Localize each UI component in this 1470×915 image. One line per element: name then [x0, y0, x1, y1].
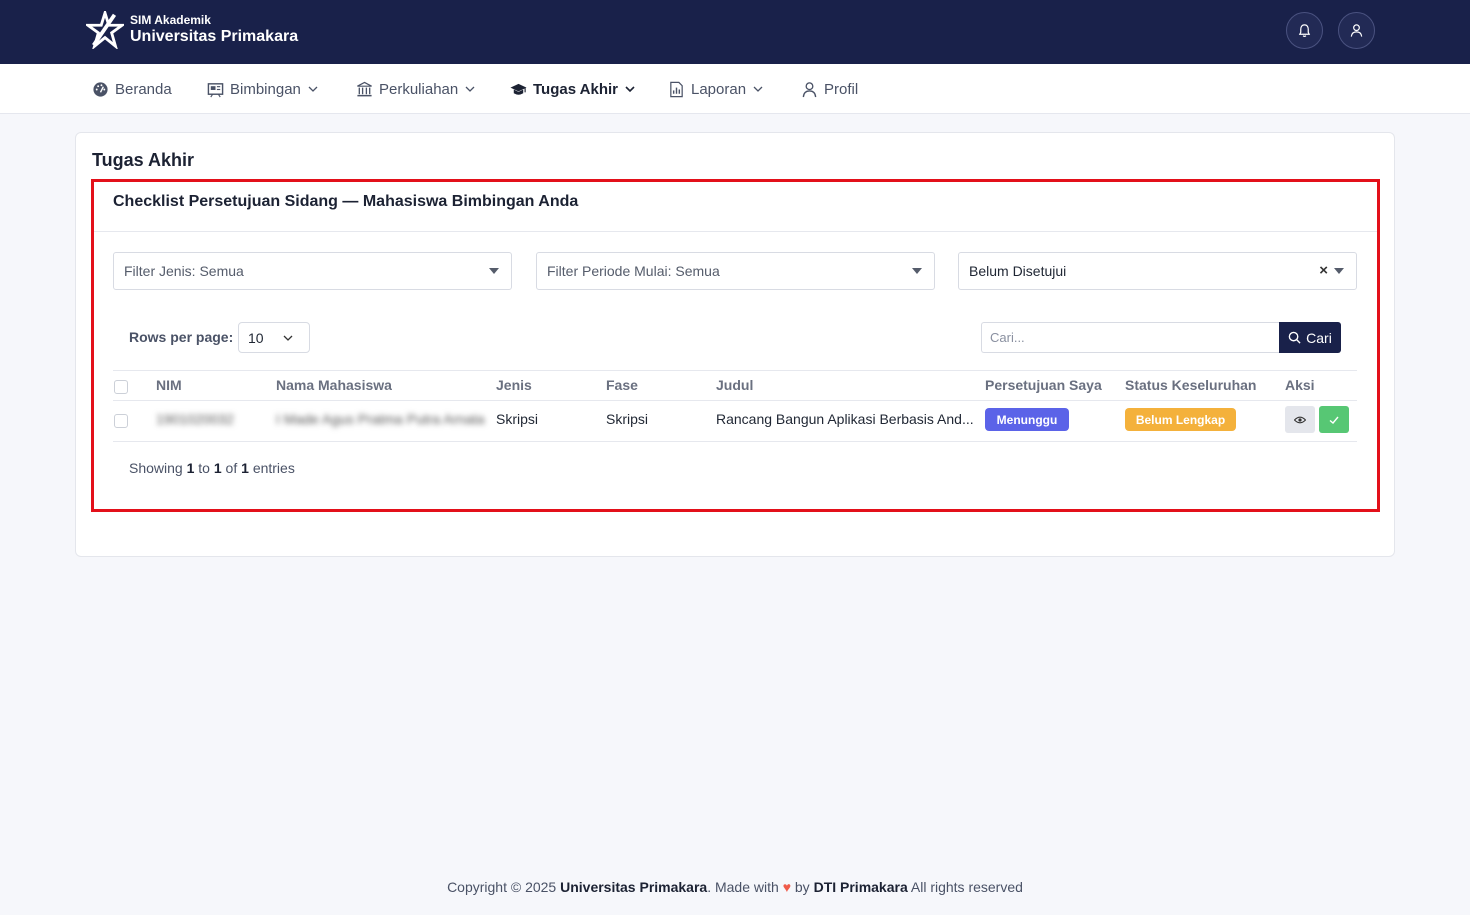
- filter-jenis-value: Filter Jenis: Semua: [124, 263, 244, 279]
- footer-org-link[interactable]: Universitas Primakara: [560, 879, 707, 895]
- cell-jenis: Skripsi: [496, 411, 539, 427]
- chevron-down-icon: [625, 86, 635, 93]
- presentation-icon: [207, 82, 224, 97]
- column-header-persetujuan[interactable]: Persetujuan Saya: [985, 377, 1102, 393]
- column-header-nim[interactable]: NIM: [156, 377, 182, 393]
- heart-icon: ♥: [782, 879, 791, 895]
- institution-icon: [357, 81, 372, 96]
- status-badge-menunggu: Menunggu: [985, 408, 1069, 431]
- brand-title: Universitas Primakara: [130, 28, 299, 45]
- caret-down-icon: [489, 268, 499, 274]
- menu-item-laporan[interactable]: Laporan: [668, 64, 763, 114]
- main-menu: Beranda Bimbingan Perkuliahan Tugas Akhi…: [0, 64, 1470, 114]
- footer-by: by: [794, 879, 810, 895]
- column-header-aksi: Aksi: [1285, 377, 1315, 393]
- user-icon: [1350, 24, 1363, 37]
- chevron-down-icon: [753, 86, 763, 92]
- menu-label-bimbingan: Bimbingan: [230, 80, 301, 98]
- caret-down-icon: [912, 268, 922, 274]
- column-header-fase[interactable]: Fase: [606, 377, 638, 393]
- table-header: NIM Nama Mahasiswa Jenis Fase Judul Pers…: [113, 370, 1357, 401]
- section-title: Checklist Persetujuan Sidang — Mahasiswa…: [113, 193, 579, 210]
- menu-label-profil: Profil: [824, 80, 859, 98]
- footer-copyright: Copyright © 2025: [447, 879, 557, 895]
- menu-item-beranda[interactable]: Beranda: [92, 64, 172, 114]
- column-header-nama[interactable]: Nama Mahasiswa: [276, 377, 392, 393]
- search-input[interactable]: Cari...: [981, 322, 1280, 353]
- filter-periode-value: Filter Periode Mulai: Semua: [547, 263, 720, 279]
- showing-of-word: of: [225, 460, 238, 476]
- column-header-status[interactable]: Status Keseluruhan: [1125, 377, 1256, 393]
- approve-button[interactable]: [1319, 406, 1349, 433]
- footer-made-with: . Made with: [707, 879, 779, 895]
- search-button[interactable]: Cari: [1279, 322, 1341, 353]
- notification-button[interactable]: [1286, 12, 1323, 49]
- footer-rights: All rights reserved: [910, 879, 1023, 895]
- cell-nama: I Made Agus Pratma Putra Arnata: [276, 411, 485, 427]
- table-row: 1901020032 I Made Agus Pratma Putra Arna…: [113, 401, 1357, 442]
- dashboard-icon: [93, 81, 108, 97]
- showing-from: 1: [186, 460, 195, 476]
- menu-label-beranda: Beranda: [115, 80, 172, 98]
- menu-item-profil[interactable]: Profil: [801, 64, 858, 114]
- menu-label-laporan: Laporan: [691, 80, 747, 98]
- showing-to-word: to: [198, 460, 210, 476]
- cell-judul: Rancang Bangun Aplikasi Berbasis And...: [716, 411, 974, 427]
- menu-item-tugas-akhir[interactable]: Tugas Akhir: [510, 64, 635, 114]
- chevron-down-icon: [465, 86, 475, 92]
- cell-fase: Skripsi: [606, 411, 649, 427]
- report-icon: [670, 81, 683, 97]
- column-header-judul[interactable]: Judul: [716, 377, 753, 393]
- menu-label-tugas-akhir: Tugas Akhir: [533, 80, 619, 98]
- user-icon: [802, 81, 817, 97]
- brand[interactable]: SIM Akademik Universitas Primakara: [86, 11, 298, 49]
- footer-team-link[interactable]: DTI Primakara: [814, 879, 908, 895]
- eye-icon: [1294, 416, 1306, 423]
- view-button[interactable]: [1285, 406, 1315, 433]
- user-menu-button[interactable]: [1338, 12, 1375, 49]
- menu-label-perkuliahan: Perkuliahan: [379, 80, 459, 98]
- rows-per-page-value: 10: [248, 329, 264, 346]
- section-divider: [94, 231, 1377, 232]
- showing-to: 1: [213, 460, 222, 476]
- filter-status-select[interactable]: Belum Disetujui ×: [958, 252, 1357, 290]
- bell-icon: [1298, 24, 1311, 37]
- showing-label: Showing: [129, 460, 183, 476]
- search-placeholder: Cari...: [990, 330, 1025, 345]
- search-button-label: Cari: [1306, 329, 1332, 346]
- select-all-checkbox[interactable]: [114, 380, 128, 394]
- page-title: Tugas Akhir: [92, 150, 195, 170]
- chevron-down-icon: [283, 335, 293, 341]
- status-badge-belum-lengkap: Belum Lengkap: [1125, 408, 1236, 431]
- filter-jenis-select[interactable]: Filter Jenis: Semua: [113, 252, 512, 290]
- cell-nim: 1901020032: [156, 411, 234, 427]
- column-header-jenis[interactable]: Jenis: [496, 377, 532, 393]
- search-icon: [1288, 331, 1301, 344]
- caret-down-icon: [1334, 268, 1344, 274]
- check-icon: [1329, 416, 1339, 424]
- brand-subtitle: SIM Akademik: [130, 13, 211, 27]
- menu-item-perkuliahan[interactable]: Perkuliahan: [356, 64, 475, 114]
- filter-status-value: Belum Disetujui: [969, 263, 1067, 279]
- footer: Copyright © 2025 Universitas Primakara. …: [0, 879, 1470, 895]
- graduation-cap-icon: [510, 83, 527, 95]
- showing-entries-word: entries: [252, 460, 295, 476]
- logo-icon: [86, 11, 124, 49]
- top-header: SIM Akademik Universitas Primakara: [0, 0, 1470, 64]
- clear-icon[interactable]: ×: [1319, 262, 1328, 279]
- rows-per-page-label: Rows per page:: [129, 329, 234, 345]
- filter-periode-select[interactable]: Filter Periode Mulai: Semua: [536, 252, 935, 290]
- pagination-info: Showing 1 to 1 of 1 entries: [129, 460, 295, 476]
- row-checkbox[interactable]: [114, 414, 128, 428]
- rows-per-page-select[interactable]: 10: [238, 322, 310, 353]
- chevron-down-icon: [308, 86, 318, 92]
- menu-item-bimbingan[interactable]: Bimbingan: [207, 64, 318, 114]
- showing-total: 1: [241, 460, 249, 476]
